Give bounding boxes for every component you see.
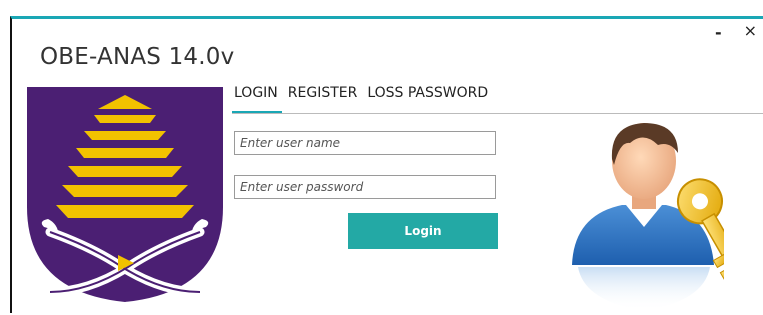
close-button[interactable]: ×: [744, 23, 757, 39]
app-title: OBE-ANAS 14.0v: [40, 44, 235, 70]
tab-loss-password[interactable]: LOSS PASSWORD: [367, 85, 488, 107]
minimize-button[interactable]: -: [715, 25, 722, 41]
login-button[interactable]: Login: [348, 213, 498, 249]
auth-tabs: LOGIN REGISTER LOSS PASSWORD: [232, 85, 488, 114]
university-crest-logo: [27, 87, 223, 302]
window-controls: - ×: [715, 23, 757, 41]
tab-register[interactable]: REGISTER: [288, 85, 358, 107]
tab-login[interactable]: LOGIN: [232, 85, 282, 114]
login-window: - × OBE-ANAS 14.0v LOGIN REGISTER LOSS P…: [10, 16, 763, 313]
tab-divider: [232, 113, 763, 114]
username-input[interactable]: [234, 131, 496, 155]
password-input[interactable]: [234, 175, 496, 199]
user-with-key-icon: [572, 123, 724, 311]
